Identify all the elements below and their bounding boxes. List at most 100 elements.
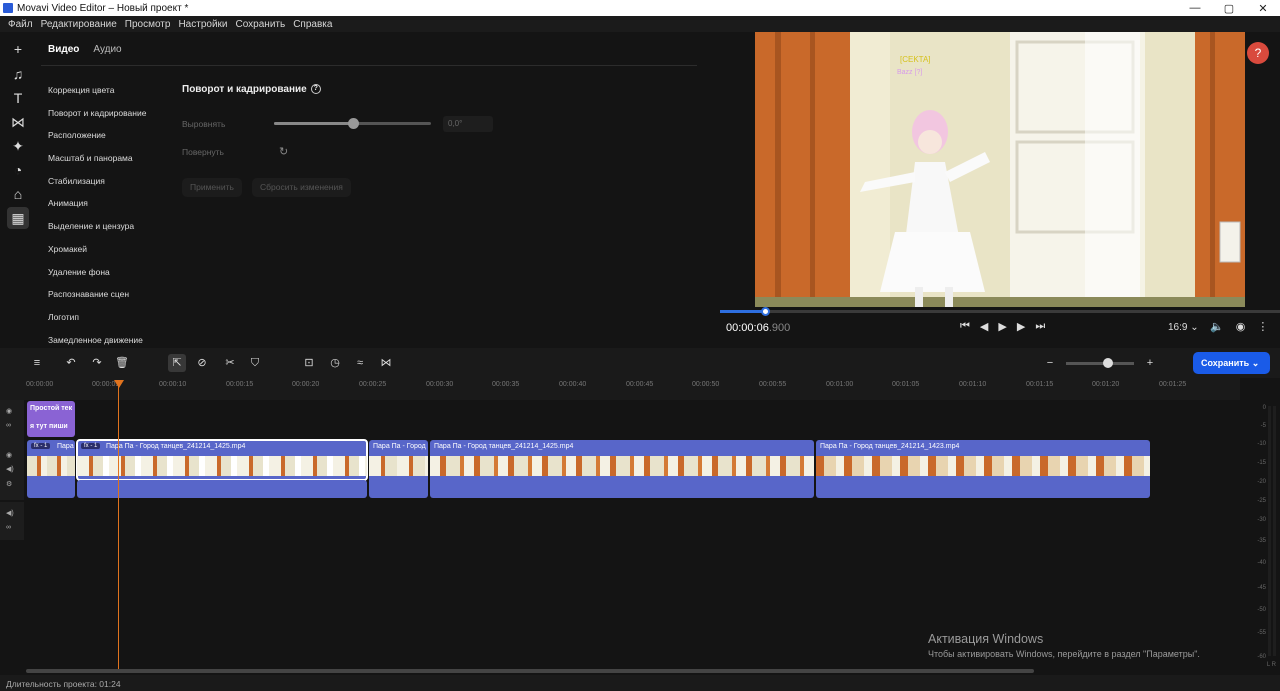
meter-label: -50 (1257, 607, 1266, 613)
eye-icon[interactable]: ◉ (6, 407, 12, 415)
tool-item-scene-detection[interactable]: Распознавание сцен (48, 288, 146, 311)
meter-label: -15 (1257, 460, 1266, 466)
aspect-ratio-select[interactable]: 16:9 ⌄ (1168, 322, 1199, 333)
eye-icon[interactable]: ◉ (6, 451, 12, 459)
preview-progress-knob[interactable] (760, 307, 770, 316)
crop-icon[interactable]: ⊡ (300, 354, 318, 372)
select-tool-icon[interactable]: ⇱ (168, 354, 186, 372)
redo-icon[interactable]: ↷ (88, 354, 106, 372)
zoom-slider[interactable] (1066, 358, 1134, 368)
transition-tool-icon[interactable]: ⋈ (377, 354, 395, 372)
audio-icon[interactable]: ◀) (6, 509, 14, 517)
menu-view[interactable]: Просмотр (125, 19, 171, 30)
menu-file[interactable]: Файл (8, 19, 33, 30)
video-clip-selected[interactable]: fx - 1 Пара Па - Город танцев_241214_142… (76, 439, 368, 481)
undo-icon[interactable]: ↶ (62, 354, 80, 372)
music-icon[interactable]: ♫ (7, 63, 29, 85)
video-clip[interactable]: Пара Па - Город (369, 440, 428, 498)
tool-item-pan-zoom[interactable]: Масштаб и панорама (48, 152, 146, 175)
more-tools-icon[interactable]: ▦ (7, 207, 29, 229)
more-icon[interactable]: ⋮ (1257, 320, 1268, 333)
tool-item-position[interactable]: Расположение (48, 129, 146, 152)
align-value-field[interactable]: 0,0° (443, 116, 493, 132)
save-button-label: Сохранить (1201, 358, 1250, 368)
effects-icon[interactable]: ✦ (7, 135, 29, 157)
clip-name: Пара (57, 443, 74, 450)
maximize-button[interactable]: ▢ (1212, 2, 1246, 15)
tool-item-logo[interactable]: Логотип (48, 311, 146, 334)
project-duration: Длительность проекта: 01:24 (6, 679, 121, 689)
transitions-icon[interactable]: ⋈ (7, 111, 29, 133)
zoom-out-icon[interactable]: − (1041, 354, 1059, 372)
zoom-slider-knob[interactable] (1103, 358, 1113, 368)
playhead-handle[interactable] (114, 380, 124, 388)
tool-item-rotate-crop[interactable]: Поворот и кадрирование (48, 107, 146, 130)
link-icon[interactable]: ∞ (6, 422, 11, 429)
tool-item-animation[interactable]: Анимация (48, 197, 146, 220)
meter-label: -55 (1257, 630, 1266, 636)
ripple-tool-icon[interactable]: ⊘ (193, 354, 211, 372)
menu-help[interactable]: Справка (293, 19, 332, 30)
stickers-icon[interactable]: ◔ (7, 159, 29, 181)
video-clip[interactable]: fx - 1 Пара (27, 440, 75, 498)
meter-label: -35 (1257, 538, 1266, 544)
link-icon[interactable]: ∞ (6, 524, 11, 531)
elements-icon[interactable]: ⌂ (7, 183, 29, 205)
apply-button[interactable]: Применить (182, 178, 242, 197)
go-end-icon[interactable]: ⏭ (1035, 320, 1045, 333)
align-slider-knob[interactable] (347, 118, 359, 129)
help-icon[interactable]: ? (310, 84, 321, 95)
add-media-icon[interactable]: + (7, 38, 29, 60)
playhead[interactable] (118, 380, 119, 670)
tool-item-stabilization[interactable]: Стабилизация (48, 175, 146, 198)
next-frame-icon[interactable]: ▶ (1017, 320, 1025, 333)
prev-frame-icon[interactable]: ◀ (980, 320, 988, 333)
tool-item-chromakey[interactable]: Хромакей (48, 243, 146, 266)
video-frame[interactable]: [CEKTA] Bazz [?] (755, 32, 1245, 307)
ruler-tick: 00:00:15 (226, 381, 254, 388)
play-icon[interactable]: ▶ (998, 320, 1006, 333)
tab-video[interactable]: Видео (48, 44, 79, 55)
meter-bar-left (1268, 406, 1271, 656)
menu-edit[interactable]: Редактирование (41, 19, 117, 30)
snapshot-icon[interactable]: ◉ (1236, 320, 1246, 333)
tool-item-color[interactable]: Коррекция цвета (48, 84, 146, 107)
zoom-in-icon[interactable]: + (1141, 354, 1159, 372)
section-title: Поворот и кадрирование? (182, 84, 321, 95)
titles-icon[interactable]: T (7, 87, 29, 109)
menu-save[interactable]: Сохранить (236, 19, 286, 30)
tab-audio[interactable]: Аудио (93, 44, 121, 55)
add-track-icon[interactable]: ≡ (28, 354, 46, 372)
video-clip[interactable]: Пара Па - Город танцев_241214_1425.mp4 (430, 440, 814, 498)
meter-label: -40 (1257, 560, 1266, 566)
audio-icon[interactable]: ◀) (6, 465, 14, 473)
timeline-scrollbar[interactable] (26, 669, 1034, 673)
video-clip[interactable]: Пара Па - Город танцев_241214_1423.mp4 (816, 440, 1150, 498)
adjust-icon[interactable]: ≈ (351, 354, 369, 372)
reset-button[interactable]: Сбросить изменения (252, 178, 351, 197)
window-title: Movavi Video Editor – Новый проект * (17, 2, 189, 14)
menu-settings[interactable]: Настройки (178, 19, 227, 30)
save-button[interactable]: Сохранить ⌄ (1193, 352, 1270, 374)
app-icon (3, 3, 13, 13)
align-slider[interactable] (274, 118, 431, 129)
marker-icon[interactable]: ⛉ (246, 354, 264, 372)
title-clip[interactable]: Простой тек я тут пиши (27, 401, 75, 437)
timeline-ruler[interactable]: 00:00:00 00:00:05 00:00:10 00:00:15 00:0… (0, 378, 1240, 400)
tool-item-highlight-censor[interactable]: Выделение и цензура (48, 220, 146, 243)
title-clip-label-2: я тут пиши (30, 423, 68, 430)
tool-item-bg-removal[interactable]: Удаление фона (48, 266, 146, 289)
section-title-text: Поворот и кадрирование (182, 84, 307, 95)
settings-icon[interactable]: ⚙ (6, 480, 12, 488)
audio-clip-selected[interactable] (77, 480, 367, 498)
rotate-icon[interactable]: ↻ (279, 145, 288, 158)
volume-icon[interactable]: 🔈 (1210, 320, 1224, 333)
speed-icon[interactable]: ◷ (326, 354, 344, 372)
cut-icon[interactable]: ✂ (221, 354, 239, 372)
minimize-button[interactable]: — (1178, 2, 1212, 15)
help-button[interactable]: ? (1247, 42, 1269, 64)
close-button[interactable]: ✕ (1246, 2, 1280, 15)
preview-progress[interactable] (720, 307, 1280, 316)
go-start-icon[interactable]: ⏮ (960, 320, 970, 333)
delete-icon[interactable]: 🗑 (113, 354, 131, 372)
